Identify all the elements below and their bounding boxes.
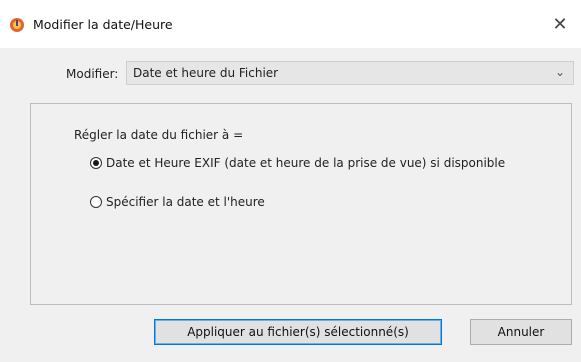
radio-option-specify[interactable]: Spécifier la date et l'heure (90, 195, 265, 209)
dialog-window: Modifier la date/Heure ✕ Modifier: Date … (0, 0, 581, 362)
radio-specify[interactable] (90, 196, 102, 208)
modifier-select-value: Date et heure du Fichier (133, 66, 279, 80)
radio-exif[interactable] (90, 157, 102, 169)
modifier-label: Modifier: (66, 67, 119, 81)
title-bar: Modifier la date/Heure ✕ (0, 0, 581, 48)
app-icon (10, 18, 24, 32)
dialog-content: Modifier: Date et heure du Fichier ⌄ Rég… (0, 48, 581, 362)
cancel-button[interactable]: Annuler (470, 319, 572, 345)
modifier-select[interactable]: Date et heure du Fichier ⌄ (126, 61, 574, 85)
apply-button[interactable]: Appliquer au fichier(s) sélectionné(s) (154, 319, 442, 345)
radio-specify-label: Spécifier la date et l'heure (106, 195, 265, 209)
date-options-group: Régler la date du fichier à = Date et He… (30, 103, 572, 305)
radio-option-exif[interactable]: Date et Heure EXIF (date et heure de la … (90, 156, 505, 170)
radio-exif-label: Date et Heure EXIF (date et heure de la … (106, 156, 506, 170)
close-icon: ✕ (552, 13, 568, 35)
group-title: Régler la date du fichier à = (74, 128, 244, 142)
chevron-down-icon: ⌄ (554, 65, 565, 79)
radio-selected-dot (93, 160, 99, 166)
close-button[interactable]: ✕ (545, 10, 575, 38)
window-title: Modifier la date/Heure (33, 17, 173, 32)
